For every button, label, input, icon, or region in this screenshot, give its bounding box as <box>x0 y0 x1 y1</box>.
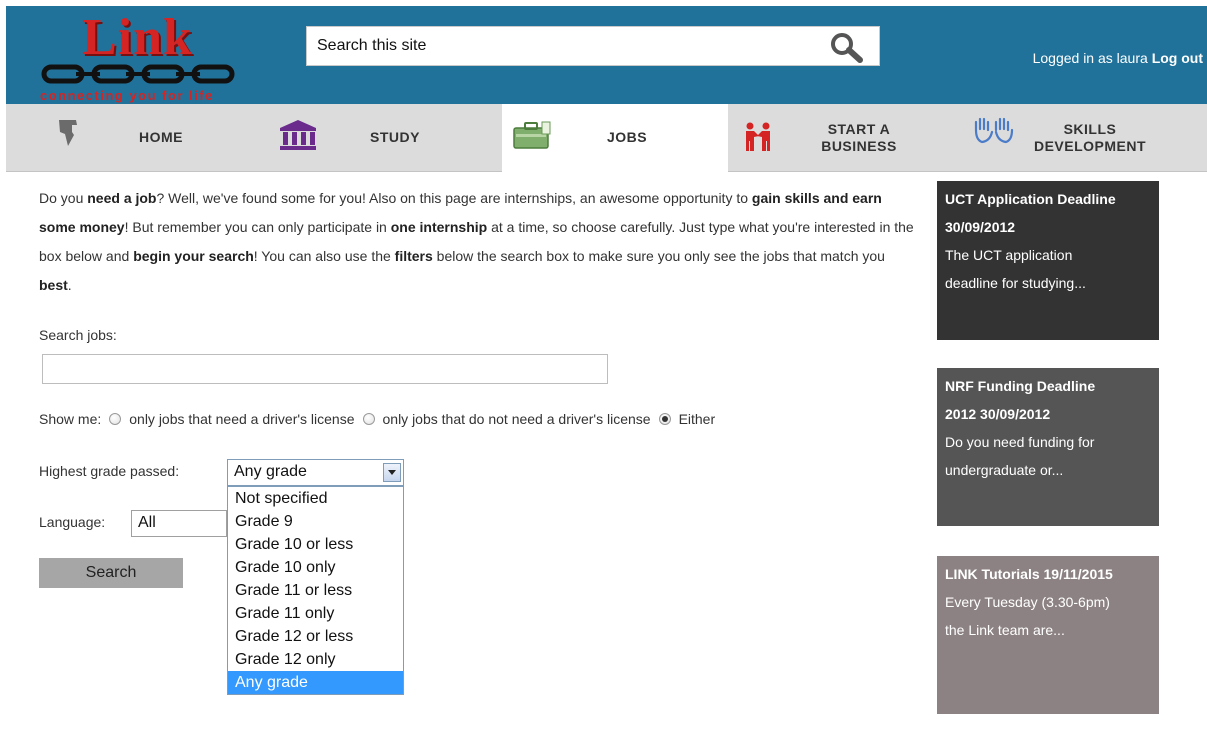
language-selected-value: All <box>138 514 156 531</box>
site-search-input[interactable] <box>307 27 807 65</box>
language-select[interactable]: All <box>131 510 227 537</box>
news-card-nrf-funding[interactable]: NRF Funding Deadline 2012 30/09/2012 Do … <box>937 368 1159 526</box>
chain-icon <box>41 64 235 84</box>
search-icon[interactable] <box>827 31 867 63</box>
card-body-line2: deadline for studying... <box>945 275 1086 291</box>
dropdown-arrow-icon[interactable] <box>383 463 401 482</box>
nav-label-home: HOME <box>139 129 183 145</box>
radio-either-label: Either <box>678 411 716 427</box>
nav-label-skills-line1: SKILLS <box>1063 120 1117 137</box>
intro-text: below the search box to make sure you on… <box>432 248 885 264</box>
radio-needs-license-label: only jobs that need a driver's license <box>129 411 355 427</box>
radio-needs-license[interactable] <box>109 413 122 425</box>
intro-bold: filters <box>394 248 433 264</box>
nav-item-jobs[interactable]: JOBS <box>502 104 728 172</box>
search-jobs-label: Search jobs: <box>39 327 117 343</box>
intro-bold: one internship <box>390 219 488 235</box>
radio-either[interactable] <box>658 413 671 425</box>
site-header: Link connecting you for life Logged in a… <box>6 6 1207 104</box>
grade-dropdown-list: Not specified Grade 9 Grade 10 or less G… <box>227 486 404 695</box>
card-title-line1: LINK Tutorials 19/11/2015 <box>945 566 1113 582</box>
language-label: Language: <box>39 514 106 530</box>
grade-option[interactable]: Grade 10 only <box>228 556 403 579</box>
intro-text: . <box>67 277 72 293</box>
nav-item-home[interactable]: HOME <box>6 104 254 171</box>
logo-tagline: connecting you for life <box>40 88 214 103</box>
search-button[interactable]: Search <box>39 558 183 588</box>
grade-option-selected[interactable]: Any grade <box>228 671 403 694</box>
search-jobs-input[interactable] <box>42 354 608 384</box>
grade-option[interactable]: Not specified <box>228 487 403 510</box>
news-card-link-tutorials[interactable]: LINK Tutorials 19/11/2015 Every Tuesday … <box>937 556 1159 714</box>
intro-text: Do you <box>39 190 88 206</box>
card-body: The UCT application deadline for studyin… <box>945 241 1151 297</box>
card-title: NRF Funding Deadline 2012 30/09/2012 <box>945 372 1151 428</box>
logout-link[interactable]: Log out <box>1152 50 1203 66</box>
nav-label-skills-line2: DEVELOPMENT <box>1033 137 1147 154</box>
radio-no-license-label: only jobs that do not need a driver's li… <box>382 411 651 427</box>
card-body-line1: Every Tuesday (3.30-6pm) <box>945 594 1110 610</box>
study-building-icon <box>280 120 316 150</box>
main-nav: HOME STUDY JOBS START A BUSINESS SKILLS … <box>6 104 1207 172</box>
nav-label-start-line1: START A <box>827 120 891 137</box>
grade-selected-value: Any grade <box>234 463 307 480</box>
jobs-intro-text: Do you need a job? Well, we've found som… <box>39 184 919 300</box>
grade-option[interactable]: Grade 11 or less <box>228 579 403 602</box>
card-body-line2: undergraduate or... <box>945 462 1064 478</box>
grade-option[interactable]: Grade 12 or less <box>228 625 403 648</box>
card-body: Do you need funding for undergraduate or… <box>945 428 1151 484</box>
grade-label: Highest grade passed: <box>39 463 180 479</box>
grade-option[interactable]: Grade 12 only <box>228 648 403 671</box>
intro-text: ? Well, we've found some for you! Also o… <box>156 190 752 206</box>
logged-in-text: Logged in as laura <box>1032 50 1148 66</box>
grade-option[interactable]: Grade 11 only <box>228 602 403 625</box>
hands-icon <box>974 117 1014 144</box>
site-logo[interactable]: Link connecting you for life <box>40 9 270 103</box>
card-body-line1: Do you need funding for <box>945 434 1095 450</box>
grade-option[interactable]: Grade 10 or less <box>228 533 403 556</box>
nav-item-start-business[interactable]: START A BUSINESS <box>728 104 958 171</box>
intro-text: ! But remember you can only participate … <box>124 219 391 235</box>
home-icon <box>59 120 77 146</box>
nav-item-skills-development[interactable]: SKILLS DEVELOPMENT <box>958 104 1207 171</box>
intro-bold: begin your search <box>133 248 254 264</box>
radio-no-license[interactable] <box>362 413 375 425</box>
grade-select[interactable]: Any grade <box>227 459 404 486</box>
card-title: UCT Application Deadline 30/09/2012 <box>945 185 1151 241</box>
show-me-label: Show me: <box>39 411 102 427</box>
nav-label-start-line2: BUSINESS <box>821 137 897 154</box>
nav-label-skills-development: SKILLS DEVELOPMENT <box>1024 104 1156 171</box>
card-title-line1: NRF Funding Deadline <box>945 378 1096 394</box>
intro-bold: best <box>39 277 68 293</box>
card-title-line1: UCT Application Deadline <box>945 191 1116 207</box>
news-card-uct-deadline[interactable]: UCT Application Deadline 30/09/2012 The … <box>937 181 1159 340</box>
card-title-line2: 2012 30/09/2012 <box>945 406 1051 422</box>
card-title: LINK Tutorials 19/11/2015 <box>945 560 1151 588</box>
intro-bold: need a job <box>87 190 157 206</box>
card-body-line2: the Link team are... <box>945 622 1065 638</box>
card-body-line1: The UCT application <box>945 247 1073 263</box>
grade-option[interactable]: Grade 9 <box>228 510 403 533</box>
user-status: Logged in as laura Log out <box>1033 50 1203 66</box>
intro-text: ! You can also use the <box>253 248 395 264</box>
card-body: Every Tuesday (3.30-6pm) the Link team a… <box>945 588 1151 644</box>
license-filter: Show me: only jobs that need a driver's … <box>39 411 715 427</box>
card-title-line2: 30/09/2012 <box>945 219 1016 235</box>
jobs-briefcase-icon <box>513 121 551 149</box>
nav-label-study: STUDY <box>370 129 420 145</box>
nav-label-jobs: JOBS <box>606 129 648 145</box>
nav-item-study[interactable]: STUDY <box>254 104 502 171</box>
nav-label-start-business: START A BUSINESS <box>804 104 914 171</box>
site-search <box>306 26 880 66</box>
logo-wordmark: Link <box>82 9 193 66</box>
handshake-icon <box>746 122 770 151</box>
